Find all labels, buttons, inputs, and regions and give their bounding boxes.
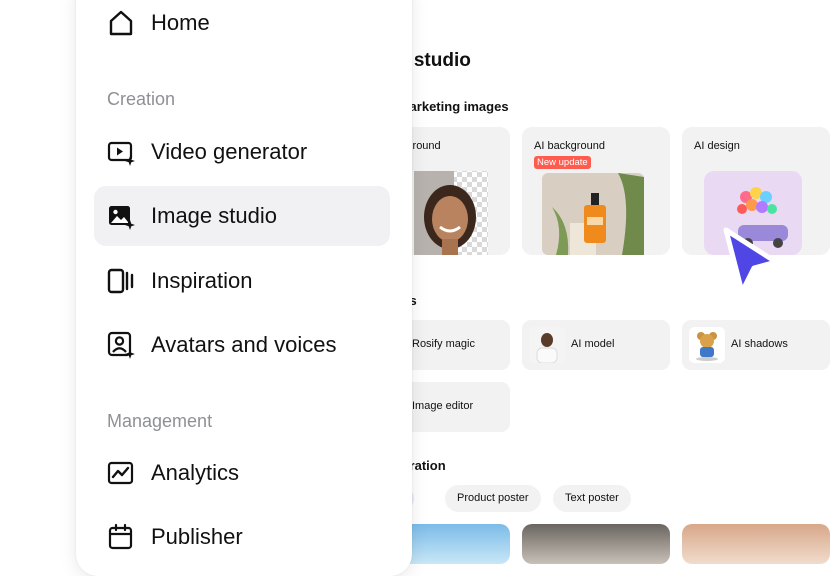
calendar-icon [108,523,133,550]
image-sparkle-icon [109,206,135,230]
sidebar-item-label: Home [151,10,210,35]
sidebar-item-label: Publisher [151,524,243,549]
home-icon [109,10,133,36]
sidebar-item-analytics[interactable]: Analytics [94,443,390,503]
sidebar-item-publisher[interactable]: Publisher [94,507,390,567]
avatar-icon [107,331,135,359]
tool-label: AI shadows [731,338,788,350]
tool-label: AI model [571,338,615,350]
ai-background-card[interactable]: AI background New update [522,127,670,255]
chip-product-poster[interactable]: Product poster [445,485,541,512]
inspiration-thumbnail[interactable] [522,524,670,564]
sidebar-item-home[interactable]: Home [94,0,390,53]
inspiration-icon [107,268,134,294]
tool-label: Rosify magic [412,338,475,350]
sidebar-item-image-studio[interactable]: Image studio [94,186,390,246]
video-sparkle-icon [107,141,135,166]
sidebar-item-label: Inspiration [151,268,253,293]
teddy-bear-thumbnail [689,327,725,363]
sidebar-item-inspiration[interactable]: Inspiration [94,251,390,311]
sidebar-item-avatars-and-voices[interactable]: Avatars and voices [94,315,390,375]
management-group-label: Management [107,411,213,431]
analytics-icon [107,461,134,485]
man-model-thumbnail [529,327,565,363]
ai-model-tool[interactable]: AI model [522,320,670,370]
tool-label: Image editor [412,400,474,412]
inspiration-thumbnail[interactable] [682,524,830,564]
sidebar-item-label: Video generator [151,139,308,164]
sidebar-item-label: Analytics [151,460,240,485]
marketing-images-heading: marketing images [398,99,509,114]
chip-text-poster[interactable]: Text poster [553,485,631,512]
sidebar-item-label: Image studio [151,203,277,228]
ai-shadows-tool[interactable]: AI shadows [682,320,830,370]
cursor-pointer-icon [723,227,779,295]
sidebar-menu: Home Creation Video generator Image stud… [76,0,412,576]
perfume-bottle-image [542,173,644,255]
sidebar-item-label: Avatars and voices [151,332,337,357]
sidebar-item-video-generator[interactable]: Video generator [94,122,390,182]
creation-group-label: Creation [107,89,176,109]
